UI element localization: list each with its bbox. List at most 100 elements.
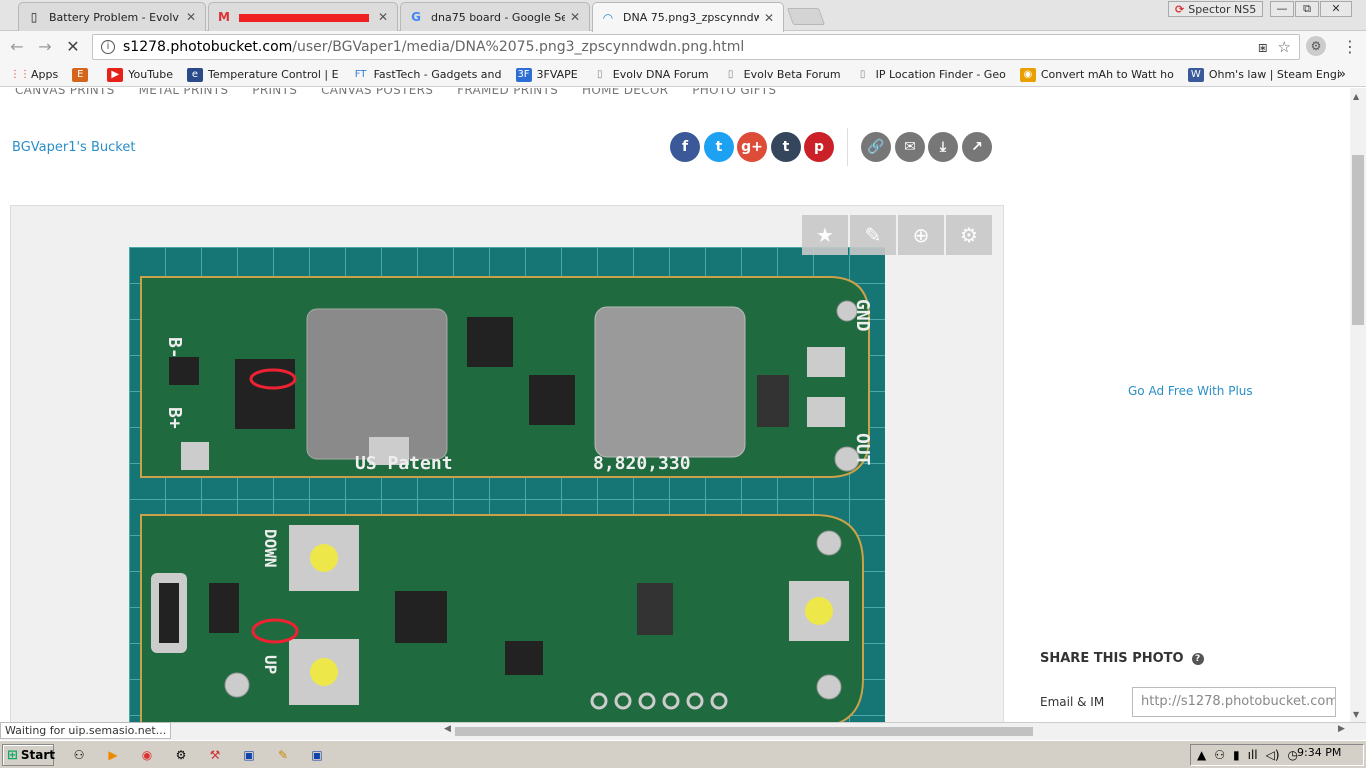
clock[interactable]: 9:34 PM (1297, 746, 1341, 759)
bookmark-7[interactable]: ▯ Evolv Beta Forum (723, 68, 841, 82)
tab-google-search[interactable]: G dna75 board - Google Search ✕ (400, 2, 590, 31)
puzzle-icon[interactable]: ⧆ (1258, 38, 1268, 56)
bookmark-label: Temperature Control | E (207, 68, 339, 81)
minimize-button[interactable]: — (1270, 1, 1294, 17)
bookmark-label: YouTube (128, 68, 173, 81)
link-icon: 🔗 (867, 139, 885, 155)
window-app-icon[interactable]: ▣ (308, 747, 326, 763)
zoom-button[interactable]: ⊕ (898, 215, 944, 255)
page-icon: ▯ (597, 68, 603, 80)
googleplus-share-button[interactable]: g+ (737, 132, 767, 162)
close-window-button[interactable]: ✕ (1320, 1, 1352, 17)
nav-item[interactable]: PHOTO GIFTS (692, 88, 776, 97)
start-label: Start (20, 748, 56, 762)
menu-icon[interactable]: ⋮ (1342, 37, 1358, 56)
nav-item[interactable]: CANVAS PRINTS (15, 88, 115, 97)
taskbar-app-icon[interactable]: ⚇ (70, 747, 88, 763)
new-tab-button[interactable] (786, 8, 826, 25)
label-gnd: GND (852, 299, 873, 332)
email-icon: ✉ (904, 139, 916, 155)
scroll-down-icon[interactable]: ▼ (1353, 710, 1359, 719)
bookmark-label: 3FVAPE (536, 68, 578, 81)
nav-item[interactable]: HOME DECOR (582, 88, 668, 97)
pinterest-share-button[interactable]: p (804, 132, 834, 162)
link-share-button[interactable]: 🔗 (861, 132, 891, 162)
bookmark-3[interactable]: e Temperature Control | E (186, 67, 339, 82)
profile-button[interactable]: ⟳ Spector NS5 (1168, 1, 1264, 17)
browser-toolbar: ← → ✕ i s1278.photobucket.com/user/BGVap… (0, 31, 1366, 63)
back-icon[interactable]: ← (6, 36, 28, 58)
address-bar[interactable]: i s1278.photobucket.com/user/BGVaper1/me… (92, 34, 1300, 60)
star-icon[interactable]: ☆ (1278, 38, 1291, 56)
close-icon[interactable]: ✕ (185, 10, 197, 24)
start-button[interactable]: ⊞ Start (2, 744, 56, 766)
scroll-left-icon[interactable]: ◀ (444, 724, 451, 734)
chrome-icon[interactable]: ◉ (138, 747, 156, 763)
close-icon[interactable]: ✕ (763, 11, 775, 25)
nav-item[interactable]: PRINTS (252, 88, 297, 97)
gmail-icon: M (218, 10, 230, 24)
network-icon[interactable]: ▮ (1233, 748, 1240, 762)
bookmark-2[interactable]: ▶ YouTube (107, 67, 173, 82)
bucket-link[interactable]: BGVaper1's Bucket (12, 140, 135, 155)
photo-image[interactable]: B- B+ GND OUT US Patent 8,820,330 DOWN U… (129, 247, 885, 722)
forward-icon[interactable]: → (34, 36, 56, 58)
bookmark-1[interactable]: E (72, 67, 93, 82)
close-icon[interactable]: ✕ (377, 10, 389, 24)
bookmark-0[interactable]: ⋮⋮ Apps (10, 68, 58, 82)
close-icon[interactable]: ✕ (569, 10, 581, 24)
youtube-icon: ▶ (107, 67, 124, 82)
label-patent-right: 8,820,330 (593, 453, 691, 474)
bookmarks-overflow-icon[interactable]: » (1338, 67, 1346, 82)
twitter-share-button[interactable]: t (704, 132, 734, 162)
bookmark-9[interactable]: ◉ Convert mAh to Watt ho (1019, 67, 1174, 82)
email-share-button[interactable]: ✉ (895, 132, 925, 162)
volume-icon[interactable]: ◁) (1266, 748, 1280, 762)
status-bubble: Waiting for uip.semasio.net... (0, 722, 172, 739)
bookmark-5[interactable]: 3F 3FVAPE (515, 67, 578, 82)
tab-strip: ▯ Battery Problem - Evolv DNA ✕ M ✕ G dn… (0, 0, 1366, 32)
tab-battery-problem[interactable]: ▯ Battery Problem - Evolv DNA ✕ (18, 2, 206, 31)
circuit-board-image: B- B+ GND OUT US Patent 8,820,330 DOWN U… (129, 247, 885, 722)
edit-button[interactable]: ✎ (850, 215, 896, 255)
bookmark-4[interactable]: FT FastTech - Gadgets and (353, 68, 502, 82)
scroll-thumb[interactable] (1352, 155, 1364, 325)
settings-button[interactable]: ⚙ (946, 215, 992, 255)
bookmark-10[interactable]: W Ohm's law | Steam Engi (1187, 67, 1340, 82)
vertical-scrollbar[interactable]: ▲ ▼ (1350, 88, 1366, 722)
horizontal-scroll-thumb[interactable] (455, 727, 1033, 736)
tray-app-icon[interactable]: ⚇ (1214, 748, 1225, 762)
paint-app-icon[interactable]: ✎ (274, 747, 292, 763)
tray-expand-icon[interactable]: ▲ (1197, 748, 1206, 762)
go-ad-free-link[interactable]: Go Ad Free With Plus (1128, 384, 1253, 398)
favorite-button[interactable]: ★ (802, 215, 848, 255)
stop-icon[interactable]: ✕ (62, 36, 84, 58)
bookmark-8[interactable]: ▯ IP Location Finder - Geo (855, 68, 1006, 82)
nav-item[interactable]: CANVAS POSTERS (321, 88, 433, 97)
signal-icon[interactable]: ıll (1248, 748, 1258, 762)
tab-dna75-photo[interactable]: ◠ DNA 75.png3_zpscynndwdn ✕ (592, 2, 784, 32)
download-icon: ⤓ (939, 139, 947, 155)
monitor-app-icon[interactable]: ▣ (240, 747, 258, 763)
share-share-button[interactable]: ↗ (962, 132, 992, 162)
label-out: OUT (852, 433, 873, 466)
help-icon[interactable]: ? (1191, 652, 1204, 665)
restore-button[interactable]: ⧉ (1295, 1, 1319, 17)
info-icon[interactable]: i (101, 40, 115, 54)
extension-icon[interactable]: ⚙ (1306, 36, 1326, 56)
tab-gmail[interactable]: M ✕ (208, 2, 398, 31)
share-title: SHARE THIS PHOTO (1040, 651, 1184, 666)
email-im-field[interactable]: http://s1278.photobucket.com (1132, 687, 1336, 717)
download-share-button[interactable]: ⤓ (928, 132, 958, 162)
settings-app-icon[interactable]: ⚙ (172, 747, 190, 763)
tumblr-share-button[interactable]: t (771, 132, 801, 162)
scroll-right-icon[interactable]: ▶ (1338, 724, 1345, 734)
scroll-up-icon[interactable]: ▲ (1353, 92, 1359, 101)
taskbar: ⊞ Start ⚇ ▶ ◉ ⚙ ⚒ ▣ ✎ ▣ ▲ ⚇ ▮ ıll ◁) ◷ 9… (0, 740, 1366, 768)
nav-item[interactable]: FRAMED PRINTS (457, 88, 558, 97)
tools-app-icon[interactable]: ⚒ (206, 747, 224, 763)
facebook-share-button[interactable]: f (670, 132, 700, 162)
media-player-icon[interactable]: ▶ (104, 747, 122, 763)
bookmark-6[interactable]: ▯ Evolv DNA Forum (592, 68, 709, 82)
nav-item[interactable]: METAL PRINTS (139, 88, 229, 97)
